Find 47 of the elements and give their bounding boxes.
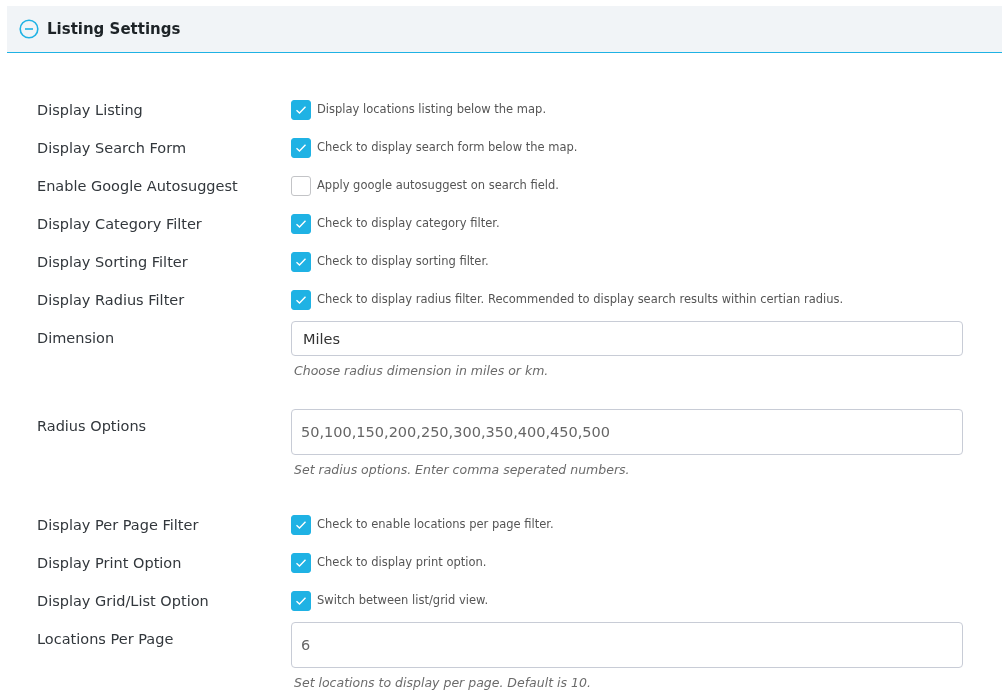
help-text: Choose radius dimension in miles or km.	[294, 362, 550, 380]
help-text: Set locations to display per page. Default is 10.	[294, 673, 592, 692]
checkbox-description: Check to display print option.	[317, 553, 487, 571]
checkmark-icon	[295, 557, 307, 568]
collapse-icon[interactable]	[19, 19, 39, 39]
checkbox[interactable]	[291, 552, 311, 573]
input-field[interactable]: 50,100,150,200,250,300,350,400,450,500	[291, 408, 963, 455]
setting-label: Display Print Option	[37, 553, 183, 573]
checkmark-icon	[295, 219, 307, 229]
checkbox[interactable]	[291, 138, 311, 158]
checkbox[interactable]	[291, 290, 311, 310]
input-field[interactable]: 6	[291, 621, 963, 668]
panel-title: Listing Settings	[47, 18, 181, 40]
checkbox-description: Check to display radius filter. Recommended to display search results within certian radius.	[317, 291, 844, 309]
checkmark-icon	[295, 257, 307, 267]
checkbox[interactable]	[291, 514, 311, 535]
setting-label: Enable Google Autosuggest	[37, 177, 239, 196]
checkmark-icon	[295, 519, 307, 530]
setting-label: Display Sorting Filter	[37, 253, 189, 272]
setting-label: Display Per Page Filter	[37, 515, 200, 535]
setting-label: Display Category Filter	[37, 215, 203, 234]
checkbox-description: Check to enable locations per page filter.	[317, 515, 554, 533]
setting-label: Dimension	[37, 329, 116, 348]
dimension-field[interactable]: Miles	[291, 321, 963, 356]
panel-header[interactable]: Listing Settings	[7, 6, 1002, 53]
setting-label: Display Search Form	[37, 139, 187, 158]
setting-label: Display Listing	[37, 101, 144, 120]
checkbox[interactable]	[291, 214, 311, 234]
checkmark-icon	[295, 143, 307, 153]
setting-label: Locations Per Page	[37, 629, 175, 649]
setting-label: Display Grid/List Option	[37, 591, 210, 611]
checkbox[interactable]	[291, 252, 311, 272]
checkmark-icon	[295, 595, 307, 606]
checkbox-description: Check to display sorting filter.	[317, 253, 489, 271]
checkbox[interactable]	[291, 100, 311, 120]
checkbox-description: Apply google autosuggest on search field.	[317, 177, 560, 195]
help-text: Set radius options. Enter comma seperated numbers.	[294, 460, 631, 479]
setting-label: Display Radius Filter	[37, 291, 186, 310]
checkbox-description: Check to display category filter.	[317, 215, 500, 233]
checkbox-description: Switch between list/grid view.	[317, 591, 489, 609]
setting-label: Radius Options	[37, 416, 148, 436]
checkbox[interactable]	[291, 176, 311, 196]
checkmark-icon	[295, 105, 307, 115]
checkbox-description: Display locations listing below the map.	[317, 101, 547, 119]
checkbox-description: Check to display search form below the map.	[317, 139, 578, 157]
checkmark-icon	[295, 295, 307, 305]
checkbox[interactable]	[291, 590, 311, 611]
